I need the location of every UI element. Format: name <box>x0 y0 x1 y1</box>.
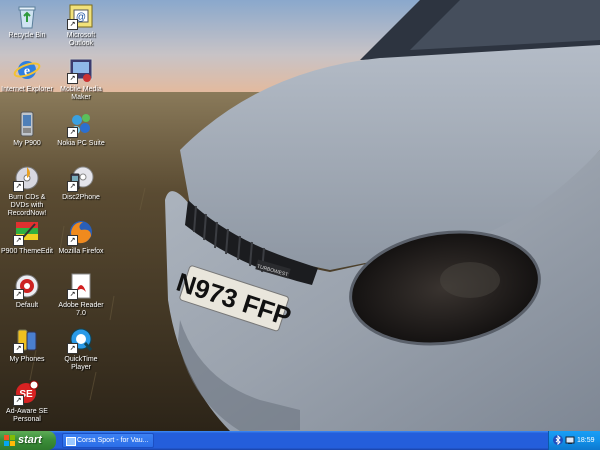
desktop-icon-quicktime[interactable]: ↗ QuickTime Player <box>54 326 108 372</box>
theme-edit-icon: ↗ <box>13 218 41 246</box>
adobe-reader-icon: ↗ <box>67 272 95 300</box>
phones-icon: ↗ <box>13 326 41 354</box>
desktop-icon-disc2phone[interactable]: ↗ Disc2Phone <box>54 164 108 202</box>
media-maker-icon: ↗ <box>67 56 95 84</box>
recycle-bin-icon <box>13 2 41 30</box>
firefox-icon: ↗ <box>67 218 95 246</box>
taskbar-window-button[interactable]: Corsa Sport - for Vau... <box>62 433 154 448</box>
nokia-suite-icon: ↗ <box>67 110 95 138</box>
phone-icon <box>13 110 41 138</box>
bluetooth-tray-icon[interactable] <box>553 435 563 445</box>
desktop-icon-p900-themeedit[interactable]: ↗ P900 ThemeEdit <box>0 218 54 256</box>
taskbar-clock[interactable]: 18:59 <box>577 431 595 450</box>
network-tray-icon[interactable] <box>565 435 575 445</box>
burn-cd-icon: ↗ <box>13 164 41 192</box>
quicktime-icon: ↗ <box>67 326 95 354</box>
desktop-icon-outlook[interactable]: @ ↗ Microsoft Outlook <box>54 2 108 48</box>
disc2phone-icon: ↗ <box>67 164 95 192</box>
taskbar: start Corsa Sport - for Vau... 18:59 <box>0 431 600 450</box>
desktop-icon-burn-cds[interactable]: ↗ Burn CDs & DVDs with RecordNow! <box>0 164 54 218</box>
desktop-icon-my-phones[interactable]: ↗ My Phones <box>0 326 54 364</box>
system-tray: 18:59 <box>548 431 600 450</box>
browser-window-icon <box>66 437 76 446</box>
windows-flag-icon <box>4 435 15 446</box>
outlook-icon: @ ↗ <box>67 2 95 30</box>
desktop-icon-ad-aware[interactable]: SE ↗ Ad-Aware SE Personal <box>0 378 54 424</box>
desktop-icon-mobile-media-maker[interactable]: ↗ Mobile Media Maker <box>54 56 108 102</box>
ad-aware-icon: SE ↗ <box>13 378 41 406</box>
start-button[interactable]: start <box>0 431 56 450</box>
start-label: start <box>18 434 42 446</box>
desktop-icon-adobe-reader[interactable]: ↗ Adobe Reader 7.0 <box>54 272 108 318</box>
desktop-icon-my-p900[interactable]: My P900 <box>0 110 54 148</box>
default-icon: ↗ <box>13 272 41 300</box>
desktop-icon-mozilla-firefox[interactable]: ↗ Mozilla Firefox <box>54 218 108 256</box>
desktop-icon-nokia-pc-suite[interactable]: ↗ Nokia PC Suite <box>54 110 108 148</box>
desktop-icon-default[interactable]: ↗ Default <box>0 272 54 310</box>
desktop-icon-internet-explorer[interactable]: e Internet Explorer <box>0 56 54 94</box>
desktop-icon-recycle-bin[interactable]: Recycle Bin <box>0 2 54 40</box>
internet-explorer-icon: e <box>13 56 41 84</box>
taskbar-window-label: Corsa Sport - for Vau... <box>77 437 149 444</box>
